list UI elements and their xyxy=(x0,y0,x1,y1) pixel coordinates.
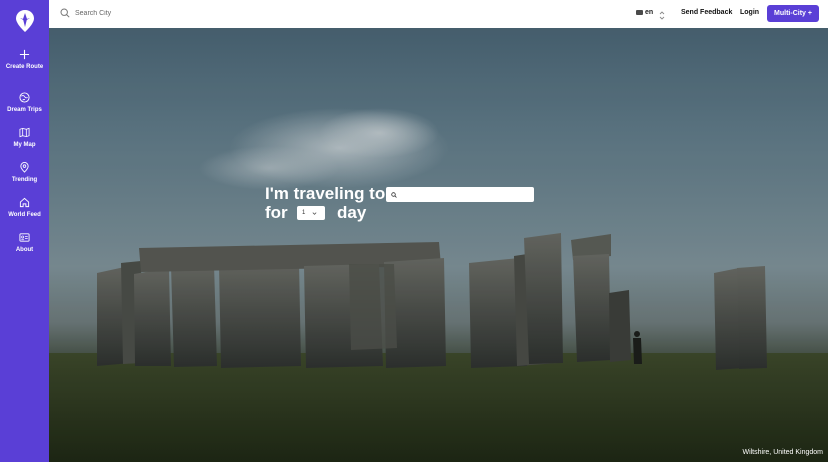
hero-background xyxy=(49,28,828,462)
map-icon xyxy=(19,127,30,138)
pin-icon xyxy=(20,162,29,173)
multi-city-button[interactable]: Multi-City + xyxy=(767,5,819,22)
language-dropdown-toggle[interactable] xyxy=(659,8,665,26)
photo-location-caption: Wiltshire, United Kingdom xyxy=(742,449,823,456)
sidebar-item-label: My Map xyxy=(13,142,36,148)
sidebar-item-label: Trending xyxy=(11,177,38,183)
globe-icon xyxy=(19,92,30,103)
updown-chevron-icon xyxy=(659,11,665,20)
stonehenge-photo xyxy=(49,28,828,462)
home-icon xyxy=(19,197,30,208)
days-value: 1 xyxy=(302,210,306,216)
sidebar-item-dream-trips[interactable]: Dream Trips xyxy=(0,92,49,115)
sidebar-item-label: About xyxy=(15,247,34,253)
sidebar-item-my-map[interactable]: My Map xyxy=(0,127,49,150)
sidebar-item-label: Dream Trips xyxy=(7,107,42,113)
sidebar-item-world-feed[interactable]: World Feed xyxy=(0,197,49,220)
sidebar-item-label: Create Route xyxy=(5,64,44,70)
days-select[interactable]: 1 xyxy=(297,206,325,220)
language-label: en xyxy=(645,9,654,16)
headline-line-2: for xyxy=(265,203,288,222)
search-box[interactable] xyxy=(60,8,235,18)
send-feedback-link[interactable]: Send Feedback xyxy=(681,9,732,16)
top-bar: en Send Feedback Login Multi-City + xyxy=(49,0,828,28)
logo-icon[interactable] xyxy=(15,9,35,33)
destination-input[interactable] xyxy=(386,187,534,202)
plus-icon xyxy=(19,49,30,60)
day-label: day xyxy=(337,203,367,222)
search-input[interactable] xyxy=(75,9,235,17)
sidebar-item-about[interactable]: About xyxy=(0,232,49,255)
sidebar-item-label: World Feed xyxy=(8,212,41,218)
sidebar-item-create-route[interactable]: Create Route xyxy=(0,49,49,72)
search-icon xyxy=(391,191,397,198)
sidebar: Create Route Dream Trips My Map Trending… xyxy=(0,0,49,462)
search-icon xyxy=(60,8,70,18)
chevron-down-icon xyxy=(312,211,317,215)
login-link[interactable]: Login xyxy=(740,9,759,16)
flag-icon xyxy=(636,10,643,15)
headline-line-1: I'm traveling to xyxy=(265,184,386,203)
language-selector[interactable]: en xyxy=(636,9,653,16)
sidebar-item-trending[interactable]: Trending xyxy=(0,162,49,185)
id-card-icon xyxy=(19,233,30,242)
